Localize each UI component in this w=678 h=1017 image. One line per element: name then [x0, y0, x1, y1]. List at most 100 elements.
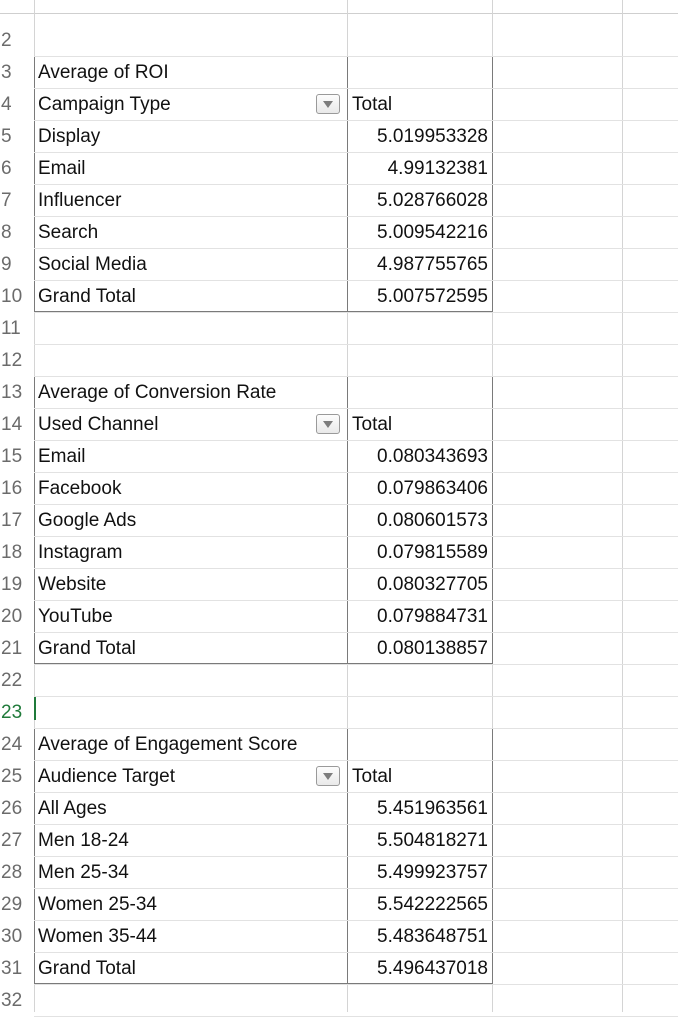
- filter-dropdown-button[interactable]: [316, 94, 340, 114]
- pivot-label-cell[interactable]: Grand Total: [38, 280, 136, 312]
- row-number[interactable]: 29: [0, 888, 34, 920]
- sheet-row[interactable]: 9 Social Media 4.987755765: [0, 248, 678, 280]
- pivot-label-cell[interactable]: Campaign Type: [38, 88, 171, 120]
- sheet-row[interactable]: 17 Google Ads 0.080601573: [0, 504, 678, 536]
- sheet-row[interactable]: 28 Men 25-34 5.499923757: [0, 856, 678, 888]
- row-number[interactable]: 15: [0, 440, 34, 472]
- pivot-label-cell[interactable]: Women 35-44: [38, 920, 157, 952]
- pivot-label-cell[interactable]: Google Ads: [38, 504, 136, 536]
- sheet-row[interactable]: 4 Campaign Type Total: [0, 88, 678, 120]
- sheet-row[interactable]: 32: [0, 984, 678, 1016]
- row-number[interactable]: 21: [0, 632, 34, 664]
- sheet-row[interactable]: 26 All Ages 5.451963561: [0, 792, 678, 824]
- row-number[interactable]: 27: [0, 824, 34, 856]
- sheet-row[interactable]: 12: [0, 344, 678, 376]
- sheet-row[interactable]: 3 Average of ROI: [0, 56, 678, 88]
- row-number[interactable]: 24: [0, 728, 34, 760]
- sheet-row[interactable]: 14 Used Channel Total: [0, 408, 678, 440]
- row-number[interactable]: 2: [0, 24, 34, 56]
- sheet-row[interactable]: 8 Search 5.009542216: [0, 216, 678, 248]
- pivot-total-header[interactable]: Total: [352, 88, 392, 120]
- row-number[interactable]: 13: [0, 376, 34, 408]
- pivot-label-cell[interactable]: Women 25-34: [38, 888, 157, 920]
- row-number[interactable]: 9: [0, 248, 34, 280]
- pivot-value-cell[interactable]: 0.080327705: [347, 568, 488, 600]
- pivot-value-cell[interactable]: 5.483648751: [347, 920, 488, 952]
- sheet-row[interactable]: 21 Grand Total 0.080138857: [0, 632, 678, 664]
- row-number[interactable]: 6: [0, 152, 34, 184]
- sheet-row[interactable]: 19 Website 0.080327705: [0, 568, 678, 600]
- row-number[interactable]: 31: [0, 952, 34, 984]
- row-number[interactable]: 30: [0, 920, 34, 952]
- pivot-value-cell[interactable]: 5.504818271: [347, 824, 488, 856]
- filter-dropdown-button[interactable]: [316, 414, 340, 434]
- row-number[interactable]: 25: [0, 760, 34, 792]
- row-number[interactable]: 26: [0, 792, 34, 824]
- pivot-label-cell[interactable]: Instagram: [38, 536, 122, 568]
- row-number[interactable]: 22: [0, 664, 34, 696]
- pivot-label-cell[interactable]: Used Channel: [38, 408, 158, 440]
- row-number[interactable]: 14: [0, 408, 34, 440]
- pivot-value-cell[interactable]: 5.451963561: [347, 792, 488, 824]
- sheet-row[interactable]: 13 Average of Conversion Rate: [0, 376, 678, 408]
- pivot-label-cell[interactable]: Search: [38, 216, 98, 248]
- pivot-label-cell[interactable]: Grand Total: [38, 632, 136, 664]
- pivot-value-cell[interactable]: 0.079815589: [347, 536, 488, 568]
- pivot-value-cell[interactable]: 0.079884731: [347, 600, 488, 632]
- sheet-row[interactable]: 31 Grand Total 5.496437018: [0, 952, 678, 984]
- sheet-row[interactable]: 7 Influencer 5.028766028: [0, 184, 678, 216]
- pivot-value-cell[interactable]: 5.019953328: [347, 120, 488, 152]
- row-number[interactable]: 7: [0, 184, 34, 216]
- pivot-label-cell[interactable]: Men 25-34: [38, 856, 129, 888]
- filter-dropdown-button[interactable]: [316, 766, 340, 786]
- row-number[interactable]: 8: [0, 216, 34, 248]
- pivot-value-cell[interactable]: 0.080343693: [347, 440, 488, 472]
- sheet-row[interactable]: 30 Women 35-44 5.483648751: [0, 920, 678, 952]
- row-number[interactable]: 19: [0, 568, 34, 600]
- row-number[interactable]: 5: [0, 120, 34, 152]
- sheet-row[interactable]: 24 Average of Engagement Score: [0, 728, 678, 760]
- pivot-label-cell[interactable]: Average of Engagement Score: [38, 728, 298, 760]
- pivot-value-cell[interactable]: 5.499923757: [347, 856, 488, 888]
- sheet-row[interactable]: 20 YouTube 0.079884731: [0, 600, 678, 632]
- sheet-row[interactable]: 15 Email 0.080343693: [0, 440, 678, 472]
- pivot-value-cell[interactable]: 5.028766028: [347, 184, 488, 216]
- pivot-value-cell[interactable]: 0.080601573: [347, 504, 488, 536]
- sheet-row[interactable]: 11: [0, 312, 678, 344]
- sheet-row[interactable]: 23: [0, 696, 678, 728]
- pivot-label-cell[interactable]: Email: [38, 152, 86, 184]
- pivot-label-cell[interactable]: Facebook: [38, 472, 121, 504]
- sheet-row[interactable]: 27 Men 18-24 5.504818271: [0, 824, 678, 856]
- row-number[interactable]: 32: [0, 984, 34, 1016]
- sheet-row[interactable]: 29 Women 25-34 5.542222565: [0, 888, 678, 920]
- pivot-value-cell[interactable]: 5.542222565: [347, 888, 488, 920]
- sheet-row[interactable]: 25 Audience Target Total: [0, 760, 678, 792]
- row-number[interactable]: 16: [0, 472, 34, 504]
- pivot-label-cell[interactable]: Influencer: [38, 184, 121, 216]
- row-number[interactable]: 17: [0, 504, 34, 536]
- sheet-row[interactable]: 5 Display 5.019953328: [0, 120, 678, 152]
- pivot-label-cell[interactable]: Email: [38, 440, 86, 472]
- pivot-label-cell[interactable]: Display: [38, 120, 100, 152]
- sheet-row[interactable]: 18 Instagram 0.079815589: [0, 536, 678, 568]
- pivot-label-cell[interactable]: Average of Conversion Rate: [38, 376, 276, 408]
- row-number[interactable]: 23: [0, 696, 34, 728]
- sheet-row[interactable]: 10 Grand Total 5.007572595: [0, 280, 678, 312]
- row-number[interactable]: 11: [0, 312, 34, 344]
- row-number[interactable]: 4: [0, 88, 34, 120]
- pivot-label-cell[interactable]: YouTube: [38, 600, 113, 632]
- pivot-label-cell[interactable]: Grand Total: [38, 952, 136, 984]
- sheet-row[interactable]: 6 Email 4.99132381: [0, 152, 678, 184]
- sheet-row[interactable]: 2: [0, 24, 678, 56]
- pivot-label-cell[interactable]: All Ages: [38, 792, 107, 824]
- row-number[interactable]: 18: [0, 536, 34, 568]
- row-number[interactable]: 20: [0, 600, 34, 632]
- pivot-label-cell[interactable]: Website: [38, 568, 106, 600]
- row-number[interactable]: 12: [0, 344, 34, 376]
- pivot-value-cell[interactable]: 4.99132381: [347, 152, 488, 184]
- spreadsheet-grid[interactable]: 2 3 Average of ROI 4 Campaign Type Total 5 Disp…: [0, 0, 678, 1017]
- sheet-row[interactable]: 22: [0, 664, 678, 696]
- pivot-total-header[interactable]: Total: [352, 760, 392, 792]
- pivot-value-cell[interactable]: 5.007572595: [347, 280, 488, 312]
- pivot-label-cell[interactable]: Average of ROI: [38, 56, 169, 88]
